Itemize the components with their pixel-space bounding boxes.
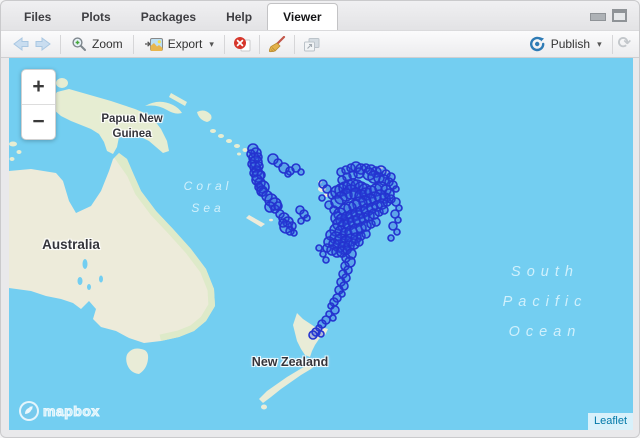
refresh-button[interactable]: ⟳	[618, 36, 631, 52]
back-arrow-icon	[13, 37, 29, 51]
map-zoom-control: + −	[21, 69, 56, 140]
tab-packages[interactable]: Packages	[126, 5, 211, 30]
tab-files[interactable]: Files	[9, 5, 66, 30]
export-caret-icon: ▾	[209, 38, 214, 49]
mapbox-logo[interactable]: mapbox	[19, 401, 100, 421]
leaflet-link[interactable]: Leaflet	[594, 415, 627, 427]
export-button[interactable]: Export ▾	[139, 35, 219, 54]
popup-window-icon	[303, 37, 320, 51]
toolbar-separator	[258, 34, 260, 54]
zoom-out-button[interactable]: −	[22, 105, 55, 139]
broom-icon	[268, 35, 286, 52]
leaflet-attribution: Leaflet	[587, 413, 633, 430]
delete-icon	[233, 37, 251, 52]
label-new-zealand: New Zealand	[251, 355, 329, 369]
publish-button-label: Publish	[550, 37, 591, 51]
maximize-icon[interactable]	[612, 9, 627, 22]
pane-tab-bar: Files Plots Packages Help Viewer	[1, 1, 639, 30]
leaflet-map[interactable]: Papua New Guinea Coral Sea Australia New…	[9, 58, 633, 430]
forward-arrow-icon	[35, 37, 51, 51]
tab-viewer[interactable]: Viewer	[267, 3, 338, 30]
toolbar-separator	[293, 34, 295, 54]
forward-button[interactable]	[32, 36, 55, 52]
label-papua-new-guinea: Papua New Guinea	[101, 113, 163, 140]
toolbar-separator	[60, 34, 61, 54]
viewer-toolbar: Zoom Export ▾ Publish ▾ ⟳	[1, 30, 639, 58]
magnifier-icon	[72, 37, 86, 51]
publish-icon	[529, 36, 545, 52]
export-image-icon	[144, 37, 163, 51]
back-button[interactable]	[9, 36, 32, 52]
mapbox-wordmark: mapbox	[42, 402, 100, 419]
toolbar-separator	[132, 34, 134, 54]
pane-window-controls	[590, 9, 627, 22]
tab-plots[interactable]: Plots	[66, 5, 125, 30]
rstudio-viewer-pane: Files Plots Packages Help Viewer Zoom Ex…	[0, 0, 640, 438]
clear-all-button[interactable]	[265, 35, 289, 53]
label-coral-sea: Coral Sea	[183, 179, 233, 215]
zoom-button-label: Zoom	[92, 37, 123, 51]
zoom-button[interactable]: Zoom	[66, 34, 128, 54]
publish-caret-icon: ▾	[597, 38, 602, 49]
label-australia: Australia	[42, 237, 100, 252]
open-in-new-window-button[interactable]	[300, 37, 323, 52]
tab-help[interactable]: Help	[211, 5, 267, 30]
export-button-label: Export	[167, 37, 203, 51]
toolbar-separator	[611, 34, 613, 54]
minimize-icon[interactable]	[590, 13, 606, 21]
publish-button[interactable]: Publish ▾	[524, 34, 607, 54]
remove-viewer-item-button[interactable]	[230, 36, 254, 52]
label-south-pacific-ocean: South Pacific Ocean	[502, 264, 588, 340]
zoom-in-button[interactable]: +	[22, 70, 55, 105]
mapbox-icon	[19, 401, 39, 421]
toolbar-separator	[223, 34, 225, 54]
